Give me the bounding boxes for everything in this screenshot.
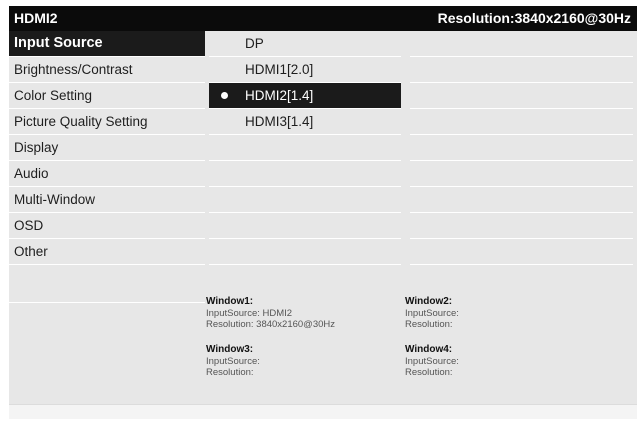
menu-item-display[interactable]: Display: [9, 135, 205, 161]
bottom-strip: [9, 404, 637, 419]
menu-blank-row: [9, 265, 205, 303]
menu-item-picture-quality[interactable]: Picture Quality Setting: [9, 109, 205, 135]
input-options: DP HDMI1[2.0] HDMI2[1.4] HDMI3[1.4]: [205, 31, 405, 265]
sub-option-empty-row: [410, 213, 633, 239]
window2-resolution: Resolution:: [405, 319, 453, 330]
sub-option-empty-row: [410, 57, 633, 83]
option-label: HDMI1[2.0]: [245, 62, 314, 77]
resolution-readout: Resolution:3840x2160@30Hz: [437, 10, 631, 26]
menu-item-brightness-contrast[interactable]: Brightness/Contrast: [9, 57, 205, 83]
option-label: DP: [245, 36, 264, 51]
sub-option-empty-row: [410, 161, 633, 187]
sub-option-empty-row: [410, 83, 633, 109]
window2-title: Window2:: [405, 296, 453, 307]
window4-resolution: Resolution:: [405, 367, 453, 378]
sub-option-empty-row: [410, 31, 633, 57]
title-bar: HDMI2 Resolution:3840x2160@30Hz: [9, 6, 637, 31]
option-label: HDMI2[1.4]: [245, 88, 314, 103]
window4-input: InputSource:: [405, 355, 459, 367]
menu-item-audio[interactable]: Audio: [9, 161, 205, 187]
window2-input: InputSource:: [405, 307, 459, 319]
menu-item-osd[interactable]: OSD: [9, 213, 205, 239]
window3-input: InputSource:: [206, 355, 260, 367]
option-hdmi2[interactable]: HDMI2[1.4]: [209, 83, 401, 109]
menu-item-multi-window[interactable]: Multi-Window: [9, 187, 205, 213]
menu-item-color-setting[interactable]: Color Setting: [9, 83, 205, 109]
window1-resolution: Resolution: 3840x2160@30Hz: [206, 319, 336, 330]
selected-dot-icon: [221, 92, 228, 99]
option-empty-row: [209, 161, 401, 187]
option-label: HDMI3[1.4]: [245, 114, 314, 129]
current-input-title: HDMI2: [14, 10, 58, 26]
option-dp[interactable]: DP: [209, 31, 401, 57]
window3-resolution: Resolution:: [206, 367, 254, 378]
window1-info: Window1: InputSource: HDMI2 Resolution: …: [206, 296, 335, 331]
window1-title: Window1:: [206, 296, 254, 307]
option-hdmi3[interactable]: HDMI3[1.4]: [209, 109, 401, 135]
window3-info: Window3: InputSource: Resolution:: [206, 344, 260, 379]
osd-menu: HDMI2 Resolution:3840x2160@30Hz Input So…: [9, 6, 637, 404]
window1-input: InputSource: HDMI2: [206, 307, 293, 319]
menu-item-input-source[interactable]: Input Source: [9, 31, 205, 57]
option-empty-row: [209, 187, 401, 213]
sub-option-empty-row: [410, 135, 633, 161]
window4-info: Window4: InputSource: Resolution:: [405, 344, 459, 379]
option-empty-row: [209, 213, 401, 239]
menu-item-other[interactable]: Other: [9, 239, 205, 265]
sub-options: [404, 31, 637, 265]
window3-title: Window3:: [206, 344, 254, 355]
sub-option-empty-row: [410, 239, 633, 265]
option-hdmi1[interactable]: HDMI1[2.0]: [209, 57, 401, 83]
sub-option-empty-row: [410, 187, 633, 213]
window4-title: Window4:: [405, 344, 453, 355]
option-empty-row: [209, 239, 401, 265]
sub-option-empty-row: [410, 109, 633, 135]
window2-info: Window2: InputSource: Resolution:: [405, 296, 459, 331]
main-menu: Input Source Brightness/Contrast Color S…: [9, 31, 205, 303]
option-empty-row: [209, 135, 401, 161]
